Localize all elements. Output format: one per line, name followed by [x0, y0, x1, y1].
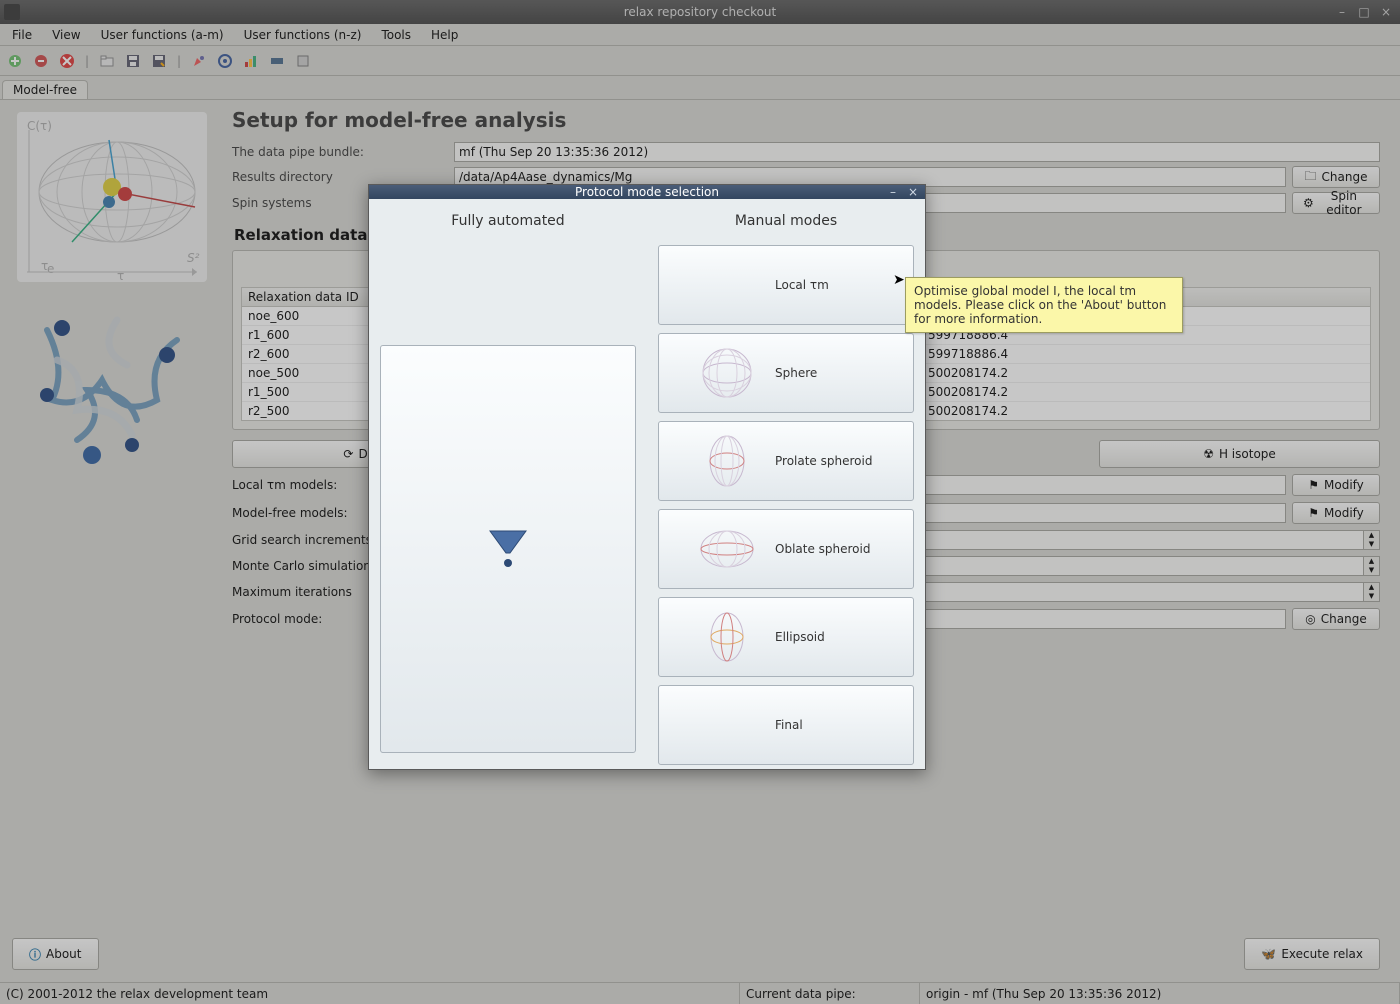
sphere-icon	[697, 343, 757, 403]
mode-local-tm-button[interactable]: Local τm	[658, 245, 914, 325]
dialog-close-icon[interactable]: ×	[905, 185, 921, 199]
funnel-icon	[482, 523, 534, 575]
mode-prolate-button[interactable]: Prolate spheroid	[658, 421, 914, 501]
dialog-titlebar: Protocol mode selection – ×	[369, 185, 925, 199]
mode-sphere-button[interactable]: Sphere	[658, 333, 914, 413]
empty-icon	[697, 255, 757, 315]
dialog-col-manual: Manual modes Local τm Sphere Prolate sph…	[647, 199, 925, 783]
protocol-mode-dialog: Protocol mode selection – × Fully automa…	[368, 184, 926, 770]
fully-automated-button[interactable]	[380, 345, 636, 753]
prolate-icon	[697, 431, 757, 491]
mode-final-button[interactable]: Final	[658, 685, 914, 765]
auto-heading: Fully automated	[451, 213, 564, 229]
dialog-title: Protocol mode selection	[575, 185, 719, 199]
dialog-icon	[373, 185, 387, 199]
mode-oblate-button[interactable]: Oblate spheroid	[658, 509, 914, 589]
oblate-icon	[697, 519, 757, 579]
ellipsoid-icon	[697, 607, 757, 667]
dialog-col-auto: Fully automated	[369, 199, 647, 783]
mode-ellipsoid-button[interactable]: Ellipsoid	[658, 597, 914, 677]
tooltip: Optimise global model I, the local tm mo…	[905, 277, 1183, 333]
manual-heading: Manual modes	[735, 213, 837, 229]
empty-icon	[697, 695, 757, 755]
dialog-minimize-icon[interactable]: –	[885, 185, 901, 199]
